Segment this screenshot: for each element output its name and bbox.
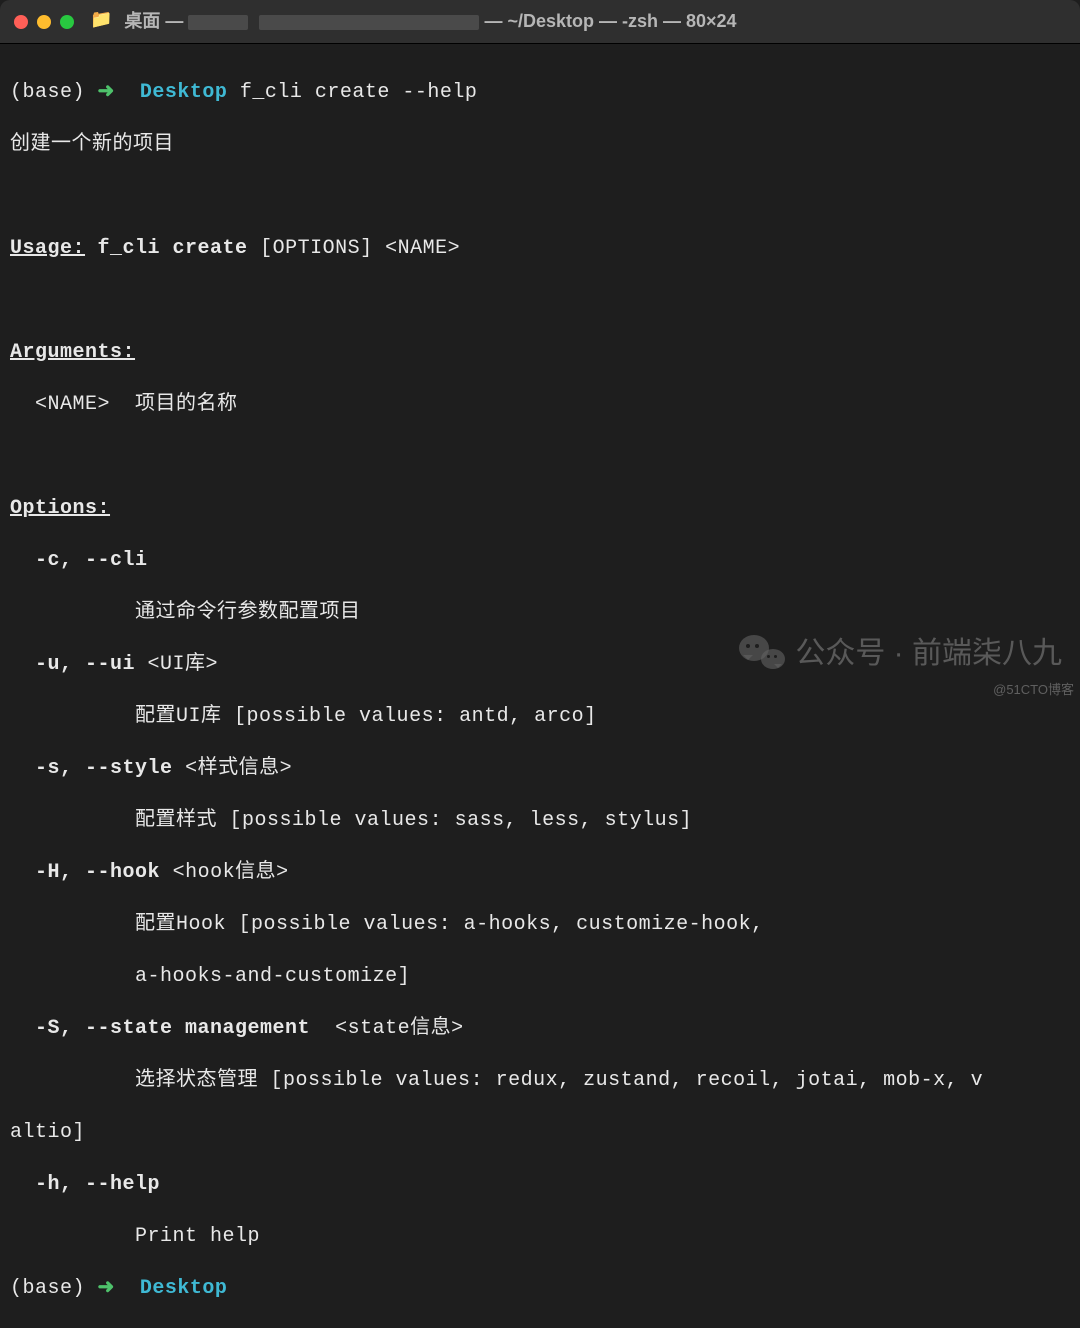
option-row: -s, --style <样式信息> — [10, 756, 1070, 782]
window-titlebar: 📁 桌面 — — ~/Desktop — -zsh — 80×24 — [0, 0, 1080, 44]
option-row: -h, --help — [10, 1172, 1070, 1198]
option-row: -H, --hook <hook信息> — [10, 860, 1070, 886]
prompt-env: (base) — [10, 81, 85, 104]
option-desc: 配置Hook [possible values: a-hooks, custom… — [10, 912, 1070, 938]
option-meta: <样式信息> — [185, 757, 292, 780]
window-title: 桌面 — — ~/Desktop — -zsh — 80×24 — [124, 10, 736, 33]
prompt-arrow-icon: ➜ — [98, 81, 115, 104]
option-flag: -H, --hook — [35, 861, 160, 884]
prompt-cwd: Desktop — [140, 1277, 228, 1300]
option-desc: Print help — [10, 1224, 1070, 1250]
close-icon[interactable] — [14, 15, 28, 29]
help-description: 创建一个新的项目 — [10, 132, 1070, 158]
option-desc: 选择状态管理 [possible values: redux, zustand,… — [10, 1068, 1070, 1094]
usage-label: Usage: — [10, 237, 85, 260]
window-controls — [14, 15, 74, 29]
option-flag: -s, --style — [35, 757, 173, 780]
option-meta: <hook信息> — [173, 861, 289, 884]
option-flag: -h, --help — [35, 1173, 160, 1196]
option-desc: 配置样式 [possible values: sass, less, stylu… — [10, 808, 1070, 834]
arg-desc: 项目的名称 — [135, 393, 238, 416]
minimize-icon[interactable] — [37, 15, 51, 29]
prompt-line: (base) ➜ Desktop f_cli create --help — [10, 80, 1070, 106]
prompt-arrow-icon: ➜ — [98, 1277, 115, 1300]
blank-line — [10, 184, 1070, 210]
option-flag: -u, --ui — [35, 653, 135, 676]
maximize-icon[interactable] — [60, 15, 74, 29]
option-desc: 通过命令行参数配置项目 — [10, 600, 1070, 626]
option-row: -c, --cli — [10, 548, 1070, 574]
blank-line — [10, 288, 1070, 314]
attribution-text: @51CTO博客 — [993, 682, 1074, 699]
argument-row: <NAME> 项目的名称 — [10, 392, 1070, 418]
redacted-text — [188, 15, 248, 30]
option-meta: <UI库> — [148, 653, 219, 676]
prompt-line: (base) ➜ Desktop — [10, 1276, 1070, 1302]
option-row: -S, --state management <state信息> — [10, 1016, 1070, 1042]
option-flag: -c, --cli — [35, 549, 148, 572]
option-desc: 配置UI库 [possible values: antd, arco] — [10, 704, 1070, 730]
redacted-text — [259, 15, 479, 30]
title-prefix: 桌面 — — [124, 11, 183, 31]
usage-args: [OPTIONS] <NAME> — [260, 237, 460, 260]
prompt-cwd: Desktop — [140, 81, 228, 104]
command-text: f_cli create --help — [240, 81, 478, 104]
blank-line — [10, 444, 1070, 470]
option-flag: -S, --state management — [35, 1017, 310, 1040]
usage-cmd: f_cli create — [98, 237, 248, 260]
terminal-output[interactable]: (base) ➜ Desktop f_cli create --help 创建一… — [0, 44, 1080, 1328]
folder-icon: 📁 — [90, 10, 112, 33]
option-meta: <state信息> — [335, 1017, 464, 1040]
arguments-label: Arguments: — [10, 341, 135, 364]
option-row: -u, --ui <UI库> — [10, 652, 1070, 678]
option-desc: a-hooks-and-customize] — [10, 964, 1070, 990]
arg-name: <NAME> — [35, 393, 110, 416]
title-suffix: — ~/Desktop — -zsh — 80×24 — [484, 11, 736, 31]
options-label: Options: — [10, 497, 110, 520]
option-desc: altio] — [10, 1120, 1070, 1146]
prompt-env: (base) — [10, 1277, 85, 1300]
usage-line: Usage: f_cli create [OPTIONS] <NAME> — [10, 236, 1070, 262]
